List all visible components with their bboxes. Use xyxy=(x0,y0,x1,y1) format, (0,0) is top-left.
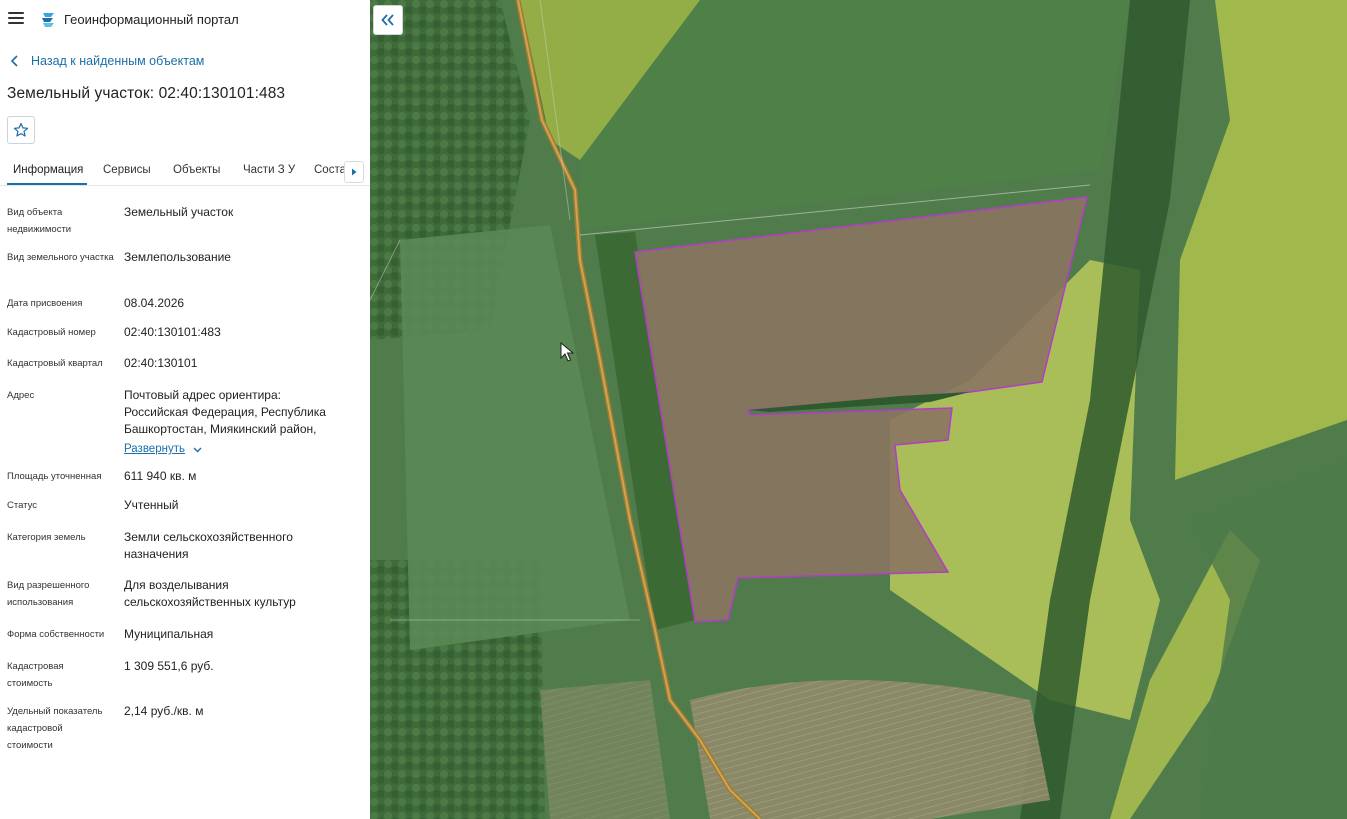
tab-bar: Информация Сервисы Объекты Части З У Сос… xyxy=(0,158,370,186)
map-view[interactable] xyxy=(370,0,1347,819)
chevron-right-icon xyxy=(352,168,357,176)
attr-value: Земли сельскохозяйственного назначения xyxy=(124,529,354,563)
address-line: Башкортостан, Миякинский район, xyxy=(124,422,317,436)
attr-value: 1 309 551,6 руб. xyxy=(124,659,214,673)
label-line: использования xyxy=(7,597,74,608)
attr-value: Учтенный xyxy=(124,498,179,512)
tab-objects[interactable]: Объекты xyxy=(173,164,220,176)
attr-value: 02:40:130101 xyxy=(124,356,198,370)
attr-value: Для возделывания сельскохозяйственных ку… xyxy=(124,577,354,611)
favorite-button[interactable] xyxy=(7,116,35,144)
tab-information[interactable]: Информация xyxy=(13,164,83,176)
attr-value: 08.04.2026 xyxy=(124,296,185,310)
tabs-scroll-right-button[interactable] xyxy=(344,161,364,183)
attr-value: Муниципальная xyxy=(124,627,214,641)
attr-value: 2,14 руб./кв. м xyxy=(124,704,204,718)
satellite-imagery xyxy=(370,0,1347,819)
top-bar: Геоинформационный портал xyxy=(0,0,370,40)
chevron-down-icon xyxy=(193,447,202,452)
active-tab-indicator xyxy=(7,183,87,185)
chevron-left-icon xyxy=(10,55,18,67)
value-line: сельскохозяйственных культур xyxy=(124,595,296,609)
attr-label: Вид объекта недвижимости xyxy=(7,207,72,235)
back-to-results-link[interactable]: Назад к найденным объектам xyxy=(10,54,204,68)
info-panel: Геоинформационный портал Назад к найденн… xyxy=(0,0,370,819)
attr-label: Категория земель xyxy=(7,532,86,543)
attr-value: Почтовый адрес ориентира: Российская Фед… xyxy=(124,387,354,458)
attr-value: Земельный участок xyxy=(124,205,234,219)
collapse-panel-button[interactable] xyxy=(373,5,403,35)
attr-value: Землепользование xyxy=(124,250,231,264)
mouse-cursor-icon xyxy=(560,342,574,362)
label-line: Кадастровая xyxy=(7,661,64,672)
tab-services[interactable]: Сервисы xyxy=(103,164,151,176)
attr-value: 611 940 кв. м xyxy=(124,469,197,483)
attr-label: Кадастровая стоимость xyxy=(7,658,117,692)
app-title: Геоинформационный портал xyxy=(64,12,239,27)
attr-label: Удельный показатель кадастровой стоимост… xyxy=(7,703,117,754)
tab-parcel-parts[interactable]: Части З У xyxy=(243,164,295,176)
attr-label: Вид разрешенного использования xyxy=(7,577,117,611)
label-line: стоимость xyxy=(7,678,53,689)
attr-label: Площадь уточненная xyxy=(7,471,102,482)
value-line: Для возделывания xyxy=(124,578,229,592)
back-link-label: Назад к найденным объектам xyxy=(31,54,205,68)
attr-label: Кадастровый номер xyxy=(7,327,96,338)
attr-label: Дата присвоения xyxy=(7,298,83,309)
label-line: Вид разрешенного xyxy=(7,580,90,591)
address-line: Почтовый адрес ориентира: xyxy=(124,388,281,402)
page-title: Земельный участок: 02:40:130101:483 xyxy=(7,85,286,102)
label-line: стоимости xyxy=(7,740,53,751)
expand-address-link[interactable]: Развернуть xyxy=(124,441,202,458)
portal-logo-icon xyxy=(42,13,54,27)
label-line: Удельный показатель xyxy=(7,706,103,717)
value-line: назначения xyxy=(124,547,189,561)
attr-label: Кадастровый квартал xyxy=(7,358,103,369)
expand-label: Развернуть xyxy=(124,443,185,455)
attr-label: Адрес xyxy=(7,390,35,401)
star-icon xyxy=(13,122,29,137)
menu-icon[interactable] xyxy=(8,12,24,26)
attr-label: Статус xyxy=(7,500,38,511)
double-chevron-left-icon xyxy=(381,14,394,26)
attr-label: Вид земельного участка xyxy=(7,252,114,263)
label-line: кадастровой xyxy=(7,723,63,734)
value-line: Земли сельскохозяйственного xyxy=(124,530,293,544)
tab-composition[interactable]: Состав xyxy=(314,164,344,176)
attr-label: Форма собственности xyxy=(7,629,105,640)
attr-value: 02:40:130101:483 xyxy=(124,325,221,339)
address-line: Российская Федерация, Республика xyxy=(124,405,326,419)
